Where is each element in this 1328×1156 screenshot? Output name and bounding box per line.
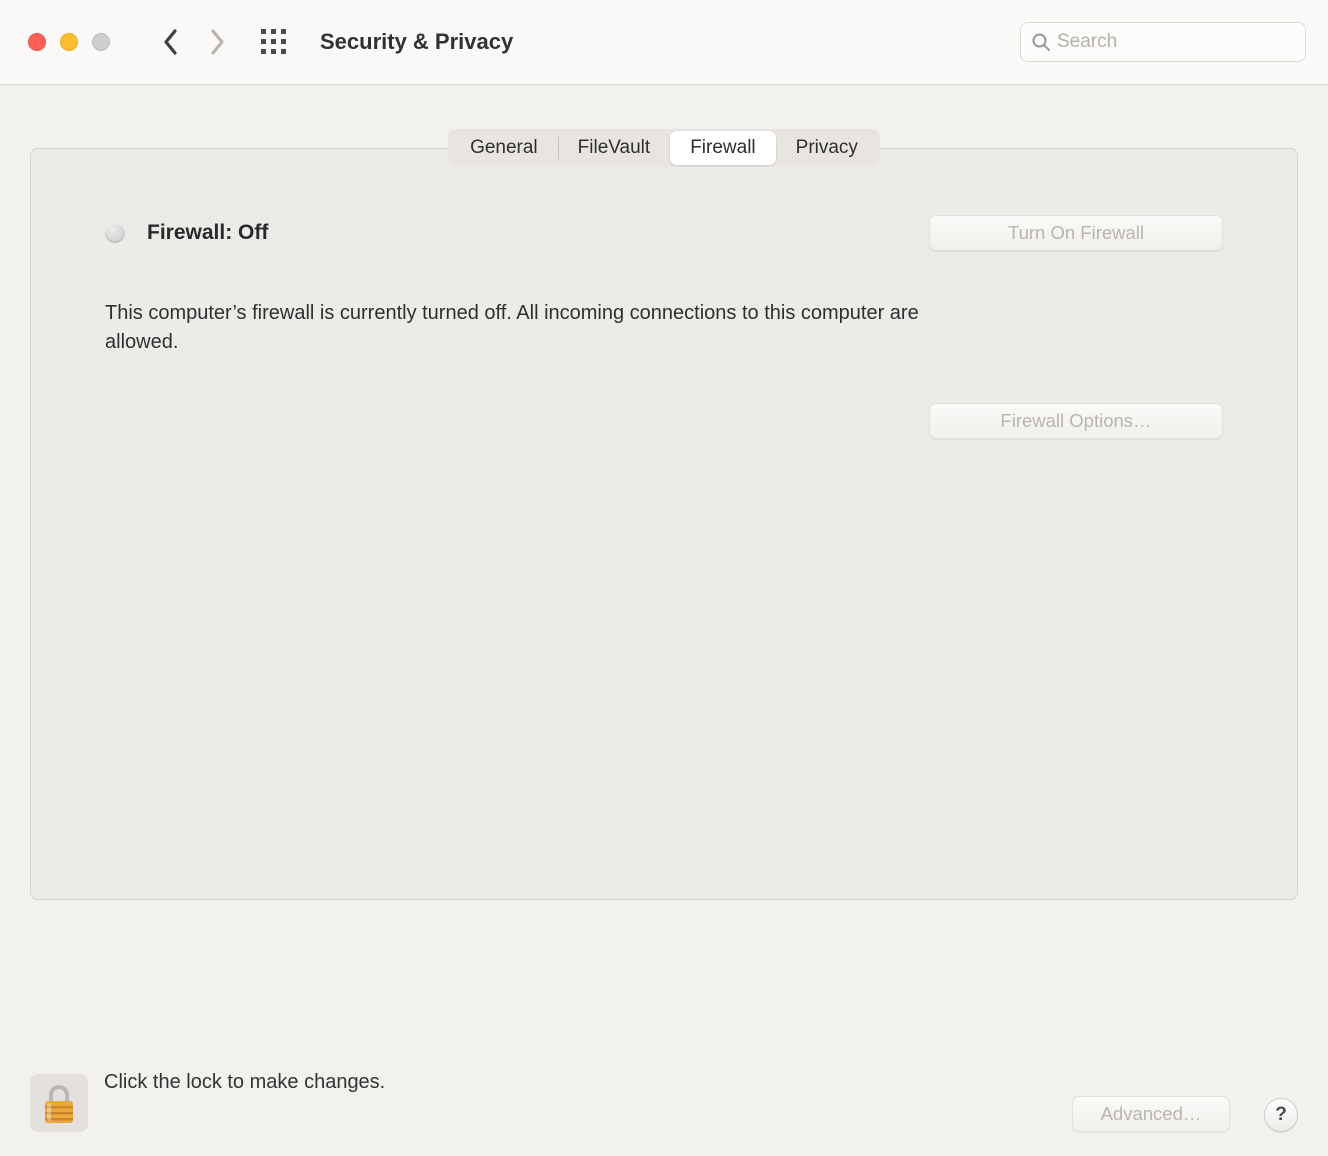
tab-privacy[interactable]: Privacy <box>776 131 878 165</box>
close-window-button[interactable] <box>28 33 46 51</box>
search-field[interactable] <box>1020 22 1306 62</box>
tab-label: Privacy <box>796 137 858 159</box>
lock-hint: Click the lock to make changes. <box>104 1071 385 1094</box>
status-indicator-icon <box>105 223 125 243</box>
page-title: Security & Privacy <box>320 29 513 55</box>
tab-label: General <box>470 137 538 159</box>
tab-label: Firewall <box>690 137 755 159</box>
button-label: Turn On Firewall <box>1008 222 1144 244</box>
button-label: Firewall Options… <box>1000 410 1151 432</box>
chevron-right-icon <box>208 28 226 56</box>
firewall-options-button[interactable]: Firewall Options… <box>929 403 1223 439</box>
show-all-button[interactable] <box>252 20 296 64</box>
firewall-description: This computer’s firewall is currently tu… <box>105 299 975 357</box>
tab-label: FileVault <box>578 137 651 159</box>
tab-general[interactable]: General <box>450 131 558 165</box>
advanced-button[interactable]: Advanced… <box>1072 1096 1230 1132</box>
help-button[interactable]: ? <box>1264 1098 1298 1132</box>
firewall-status-row: Firewall: Off Turn On Firewall <box>105 215 1223 251</box>
lock-button[interactable] <box>30 1074 88 1132</box>
footer: Click the lock to make changes. Advanced… <box>0 1036 1328 1156</box>
search-input[interactable] <box>1057 31 1295 53</box>
tabs: General FileVault Firewall Privacy <box>448 129 880 167</box>
grid-icon <box>261 29 287 55</box>
tab-filevault[interactable]: FileVault <box>558 131 671 165</box>
forward-button[interactable] <box>198 23 236 61</box>
chevron-left-icon <box>162 28 180 56</box>
help-label: ? <box>1275 1104 1287 1126</box>
content-card: Firewall: Off Turn On Firewall This comp… <box>30 148 1298 900</box>
titlebar: Security & Privacy <box>0 0 1328 85</box>
window-controls <box>28 33 110 51</box>
page-body: General FileVault Firewall Privacy Firew… <box>0 85 1328 900</box>
tab-firewall[interactable]: Firewall <box>670 131 775 165</box>
back-button[interactable] <box>152 23 190 61</box>
firewall-status-label: Firewall: Off <box>147 221 268 245</box>
button-label: Advanced… <box>1101 1103 1202 1125</box>
search-icon <box>1031 32 1051 52</box>
lock-icon <box>39 1081 79 1125</box>
zoom-window-button[interactable] <box>92 33 110 51</box>
turn-on-firewall-button[interactable]: Turn On Firewall <box>929 215 1223 251</box>
minimize-window-button[interactable] <box>60 33 78 51</box>
